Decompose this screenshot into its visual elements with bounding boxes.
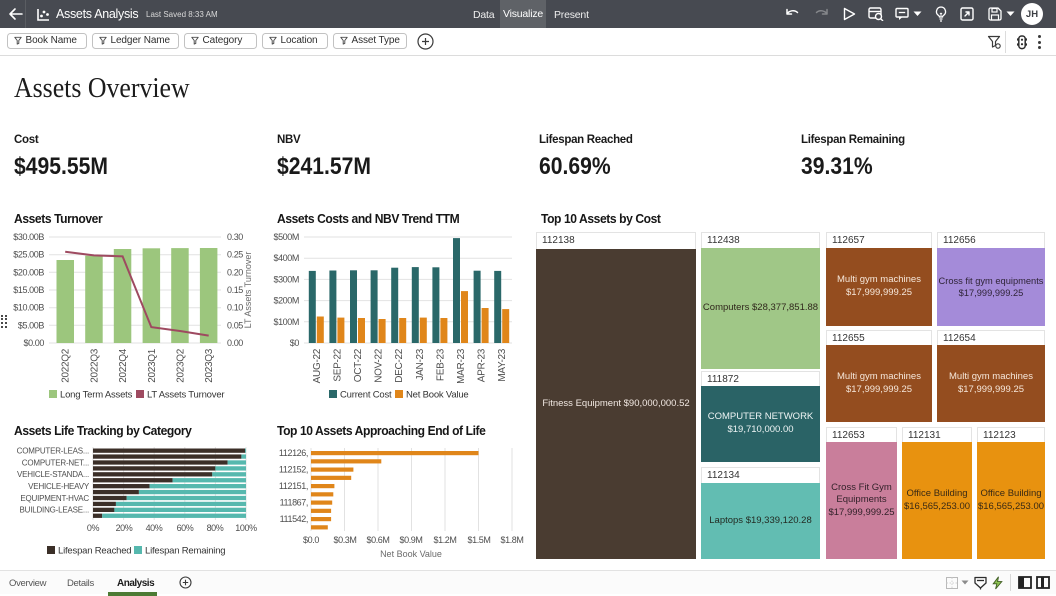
svg-text:80%: 80% — [207, 523, 224, 533]
svg-text:2023Q2: 2023Q2 — [176, 348, 187, 383]
svg-text:EQUIPMENT-HVAC: EQUIPMENT-HVAC — [20, 494, 89, 503]
svg-text:112126,: 112126, — [279, 448, 308, 458]
svg-text:COMPUTER-LEAS...: COMPUTER-LEAS... — [17, 446, 89, 455]
svg-text:$0.0: $0.0 — [303, 535, 319, 545]
svg-text:APR-23: APR-23 — [477, 348, 488, 382]
svg-text:Current Cost: Current Cost — [340, 390, 392, 401]
svg-text:111867,: 111867, — [280, 497, 308, 507]
svg-text:LT Assets Turnover: LT Assets Turnover — [243, 252, 253, 329]
svg-text:Long Term Assets: Long Term Assets — [60, 390, 133, 401]
svg-text:$0.9M: $0.9M — [399, 535, 422, 545]
svg-text:Net Book Value: Net Book Value — [380, 549, 442, 559]
svg-text:$1.2M: $1.2M — [433, 535, 456, 545]
svg-text:$1.8M: $1.8M — [500, 535, 523, 545]
svg-text:COMPUTER-NET...: COMPUTER-NET... — [22, 458, 89, 467]
svg-text:$0.3M: $0.3M — [333, 535, 356, 545]
svg-text:$1.5M: $1.5M — [467, 535, 490, 545]
svg-text:$0: $0 — [290, 338, 300, 348]
svg-text:2023Q3: 2023Q3 — [204, 348, 215, 383]
svg-text:$30.00B: $30.00B — [13, 232, 44, 242]
svg-text:$15.00B: $15.00B — [13, 285, 44, 295]
svg-text:$5.00B: $5.00B — [18, 320, 45, 330]
svg-text:Lifespan Remaining: Lifespan Remaining — [145, 546, 225, 557]
svg-text:2022Q4: 2022Q4 — [118, 348, 129, 383]
svg-text:0.20: 0.20 — [227, 267, 243, 277]
svg-text:$200M: $200M — [273, 296, 299, 306]
svg-text:MAY-23: MAY-23 — [497, 348, 508, 381]
svg-text:$400M: $400M — [273, 253, 299, 263]
svg-text:$0.00: $0.00 — [23, 338, 44, 348]
svg-text:DEC-22: DEC-22 — [394, 348, 405, 383]
svg-text:Net Book Value: Net Book Value — [406, 390, 469, 401]
svg-text:AUG-22: AUG-22 — [312, 348, 323, 383]
svg-text:FEB-23: FEB-23 — [435, 348, 446, 381]
svg-text:2023Q1: 2023Q1 — [147, 348, 158, 383]
svg-text:LT Assets Turnover: LT Assets Turnover — [147, 390, 224, 401]
svg-text:SEP-22: SEP-22 — [332, 348, 343, 381]
svg-text:VEHICLE-HEAVY: VEHICLE-HEAVY — [28, 482, 90, 491]
svg-text:2022Q3: 2022Q3 — [89, 348, 100, 383]
svg-text:111542,: 111542, — [280, 514, 308, 524]
svg-text:0%: 0% — [87, 523, 100, 533]
svg-text:20%: 20% — [116, 523, 133, 533]
svg-text:JAN-23: JAN-23 — [415, 348, 426, 380]
svg-text:OCT-22: OCT-22 — [353, 348, 364, 382]
svg-text:0.10: 0.10 — [227, 303, 243, 313]
svg-text:40%: 40% — [146, 523, 163, 533]
svg-text:0.00: 0.00 — [227, 338, 243, 348]
svg-text:60%: 60% — [177, 523, 194, 533]
svg-text:$0.6M: $0.6M — [366, 535, 389, 545]
svg-text:2022Q2: 2022Q2 — [61, 348, 72, 383]
svg-text:$100M: $100M — [273, 317, 299, 327]
svg-text:$500M: $500M — [273, 232, 299, 242]
svg-text:BUILDING-LEASE...: BUILDING-LEASE... — [19, 506, 89, 515]
svg-text:$20.00B: $20.00B — [13, 267, 44, 277]
svg-text:MAR-23: MAR-23 — [456, 348, 467, 384]
svg-text:0.25: 0.25 — [227, 250, 243, 260]
svg-text:0.05: 0.05 — [227, 320, 243, 330]
svg-text:100%: 100% — [235, 523, 257, 533]
svg-text:Lifespan Reached: Lifespan Reached — [58, 546, 131, 557]
svg-text:0.30: 0.30 — [227, 232, 243, 242]
svg-text:112152,: 112152, — [279, 464, 308, 474]
svg-text:$10.00B: $10.00B — [13, 303, 44, 313]
svg-text:VEHICLE-STANDA...: VEHICLE-STANDA... — [17, 470, 89, 479]
svg-text:$300M: $300M — [273, 274, 299, 284]
svg-text:$25.00B: $25.00B — [13, 250, 44, 260]
svg-text:NOV-22: NOV-22 — [374, 348, 385, 383]
svg-text:112151,: 112151, — [279, 481, 308, 491]
svg-text:0.15: 0.15 — [227, 285, 243, 295]
